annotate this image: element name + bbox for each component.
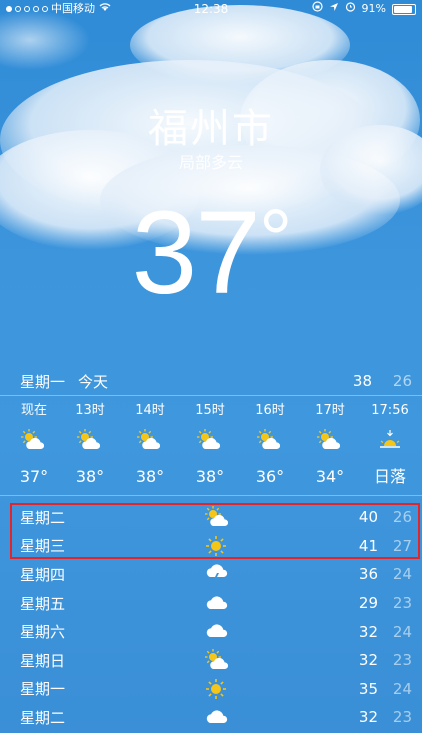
hourly-time: 15时 (195, 403, 225, 418)
hourly-item: 14时 38° (120, 400, 180, 492)
battery-icon (392, 3, 416, 15)
hourly-item: 15时 38° (180, 400, 240, 492)
rotation-lock-icon (311, 0, 323, 18)
hourly-item: 13时 38° (60, 400, 120, 492)
today-summary-row: 星期一 今天 38 26 (20, 369, 412, 393)
thunderstorm-icon (204, 562, 230, 586)
daily-day: 星期五 (20, 594, 66, 613)
partly-sunny-icon (196, 422, 224, 458)
status-right: 91% (311, 0, 416, 18)
hourly-temperature: 38° (195, 467, 225, 486)
battery-percent: 91% (361, 2, 386, 15)
today-label: 今天 (78, 372, 109, 391)
daily-high: 36 (358, 565, 378, 584)
hourly-item: 现在 37° (8, 400, 60, 492)
hourly-time: 14时 (135, 403, 165, 418)
hourly-temperature: 36° (255, 467, 285, 486)
daily-day: 星期日 (20, 651, 66, 670)
current-temperature-value: 37 (131, 187, 261, 319)
daily-high: 32 (358, 708, 378, 727)
today-low: 26 (392, 372, 412, 390)
daily-day: 星期一 (20, 680, 66, 699)
today-high: 38 (352, 372, 372, 390)
daily-day: 星期二 (20, 708, 66, 727)
daily-low: 24 (392, 622, 412, 641)
today-day: 星期一 (20, 372, 66, 391)
daily-low: 23 (392, 651, 412, 670)
daily-high: 35 (358, 679, 378, 698)
highlight-box (10, 503, 420, 559)
daily-low: 24 (392, 679, 412, 698)
hourly-temperature: 38° (75, 467, 105, 486)
weather-condition: 局部多云 (178, 153, 243, 172)
hourly-time: 16时 (255, 403, 285, 418)
daily-high: 29 (358, 594, 378, 613)
degree-symbol: ° (258, 192, 293, 286)
hourly-time: 现在 (20, 403, 47, 418)
current-temperature: 37° (0, 185, 422, 321)
city-name: 福州市 (148, 106, 274, 152)
cloud-icon (204, 619, 230, 643)
daily-forecast-row: 星期六 32 24 (0, 617, 422, 646)
partly-sunny-icon (256, 422, 284, 458)
partly-sunny-icon (316, 422, 344, 458)
status-bar: 中国移动 12:38 91% (0, 0, 422, 18)
hourly-temperature: 34° (315, 467, 345, 486)
location-arrow-icon (329, 0, 339, 18)
partly-sunny-icon (76, 422, 104, 458)
hourly-divider-top (0, 395, 422, 396)
daily-forecast-row: 星期四 36 24 (0, 560, 422, 589)
cloud-icon (204, 591, 230, 615)
hourly-temperature: 38° (135, 467, 165, 486)
daily-day: 星期六 (20, 623, 66, 642)
hourly-time: 17时 (315, 403, 345, 418)
hourly-time: 13时 (75, 403, 105, 418)
daily-low: 23 (392, 708, 412, 727)
partly-sunny-icon (204, 648, 230, 672)
sun-icon (204, 677, 230, 701)
hourly-divider-bottom (0, 495, 422, 496)
daily-high: 32 (358, 651, 378, 670)
daily-day: 星期四 (20, 565, 66, 584)
hourly-temperature: 日落 (373, 467, 406, 486)
daily-low: 23 (392, 594, 412, 613)
hourly-time: 17:56 (371, 403, 409, 418)
hourly-forecast[interactable]: 现在 37° 13时 38° 14时 38° 15时 38° 16时 36° 17时 34° 17:56… (0, 400, 422, 492)
daily-low: 24 (392, 565, 412, 584)
daily-forecast-row: 星期二 32 23 (0, 703, 422, 732)
daily-high: 32 (358, 622, 378, 641)
hourly-item: 17时 34° (300, 400, 360, 492)
sunset-icon (377, 422, 403, 458)
hourly-item: 16时 36° (240, 400, 300, 492)
partly-sunny-icon (20, 422, 48, 458)
hourly-item: 17:56 日落 (360, 400, 420, 492)
daily-forecast-row: 星期一 35 24 (0, 675, 422, 704)
cloud-icon (204, 705, 230, 729)
partly-sunny-icon (136, 422, 164, 458)
daily-forecast-row: 星期五 29 23 (0, 589, 422, 618)
hourly-temperature: 37° (19, 467, 49, 486)
alarm-icon (345, 0, 356, 18)
daily-forecast-row: 星期日 32 23 (0, 646, 422, 675)
